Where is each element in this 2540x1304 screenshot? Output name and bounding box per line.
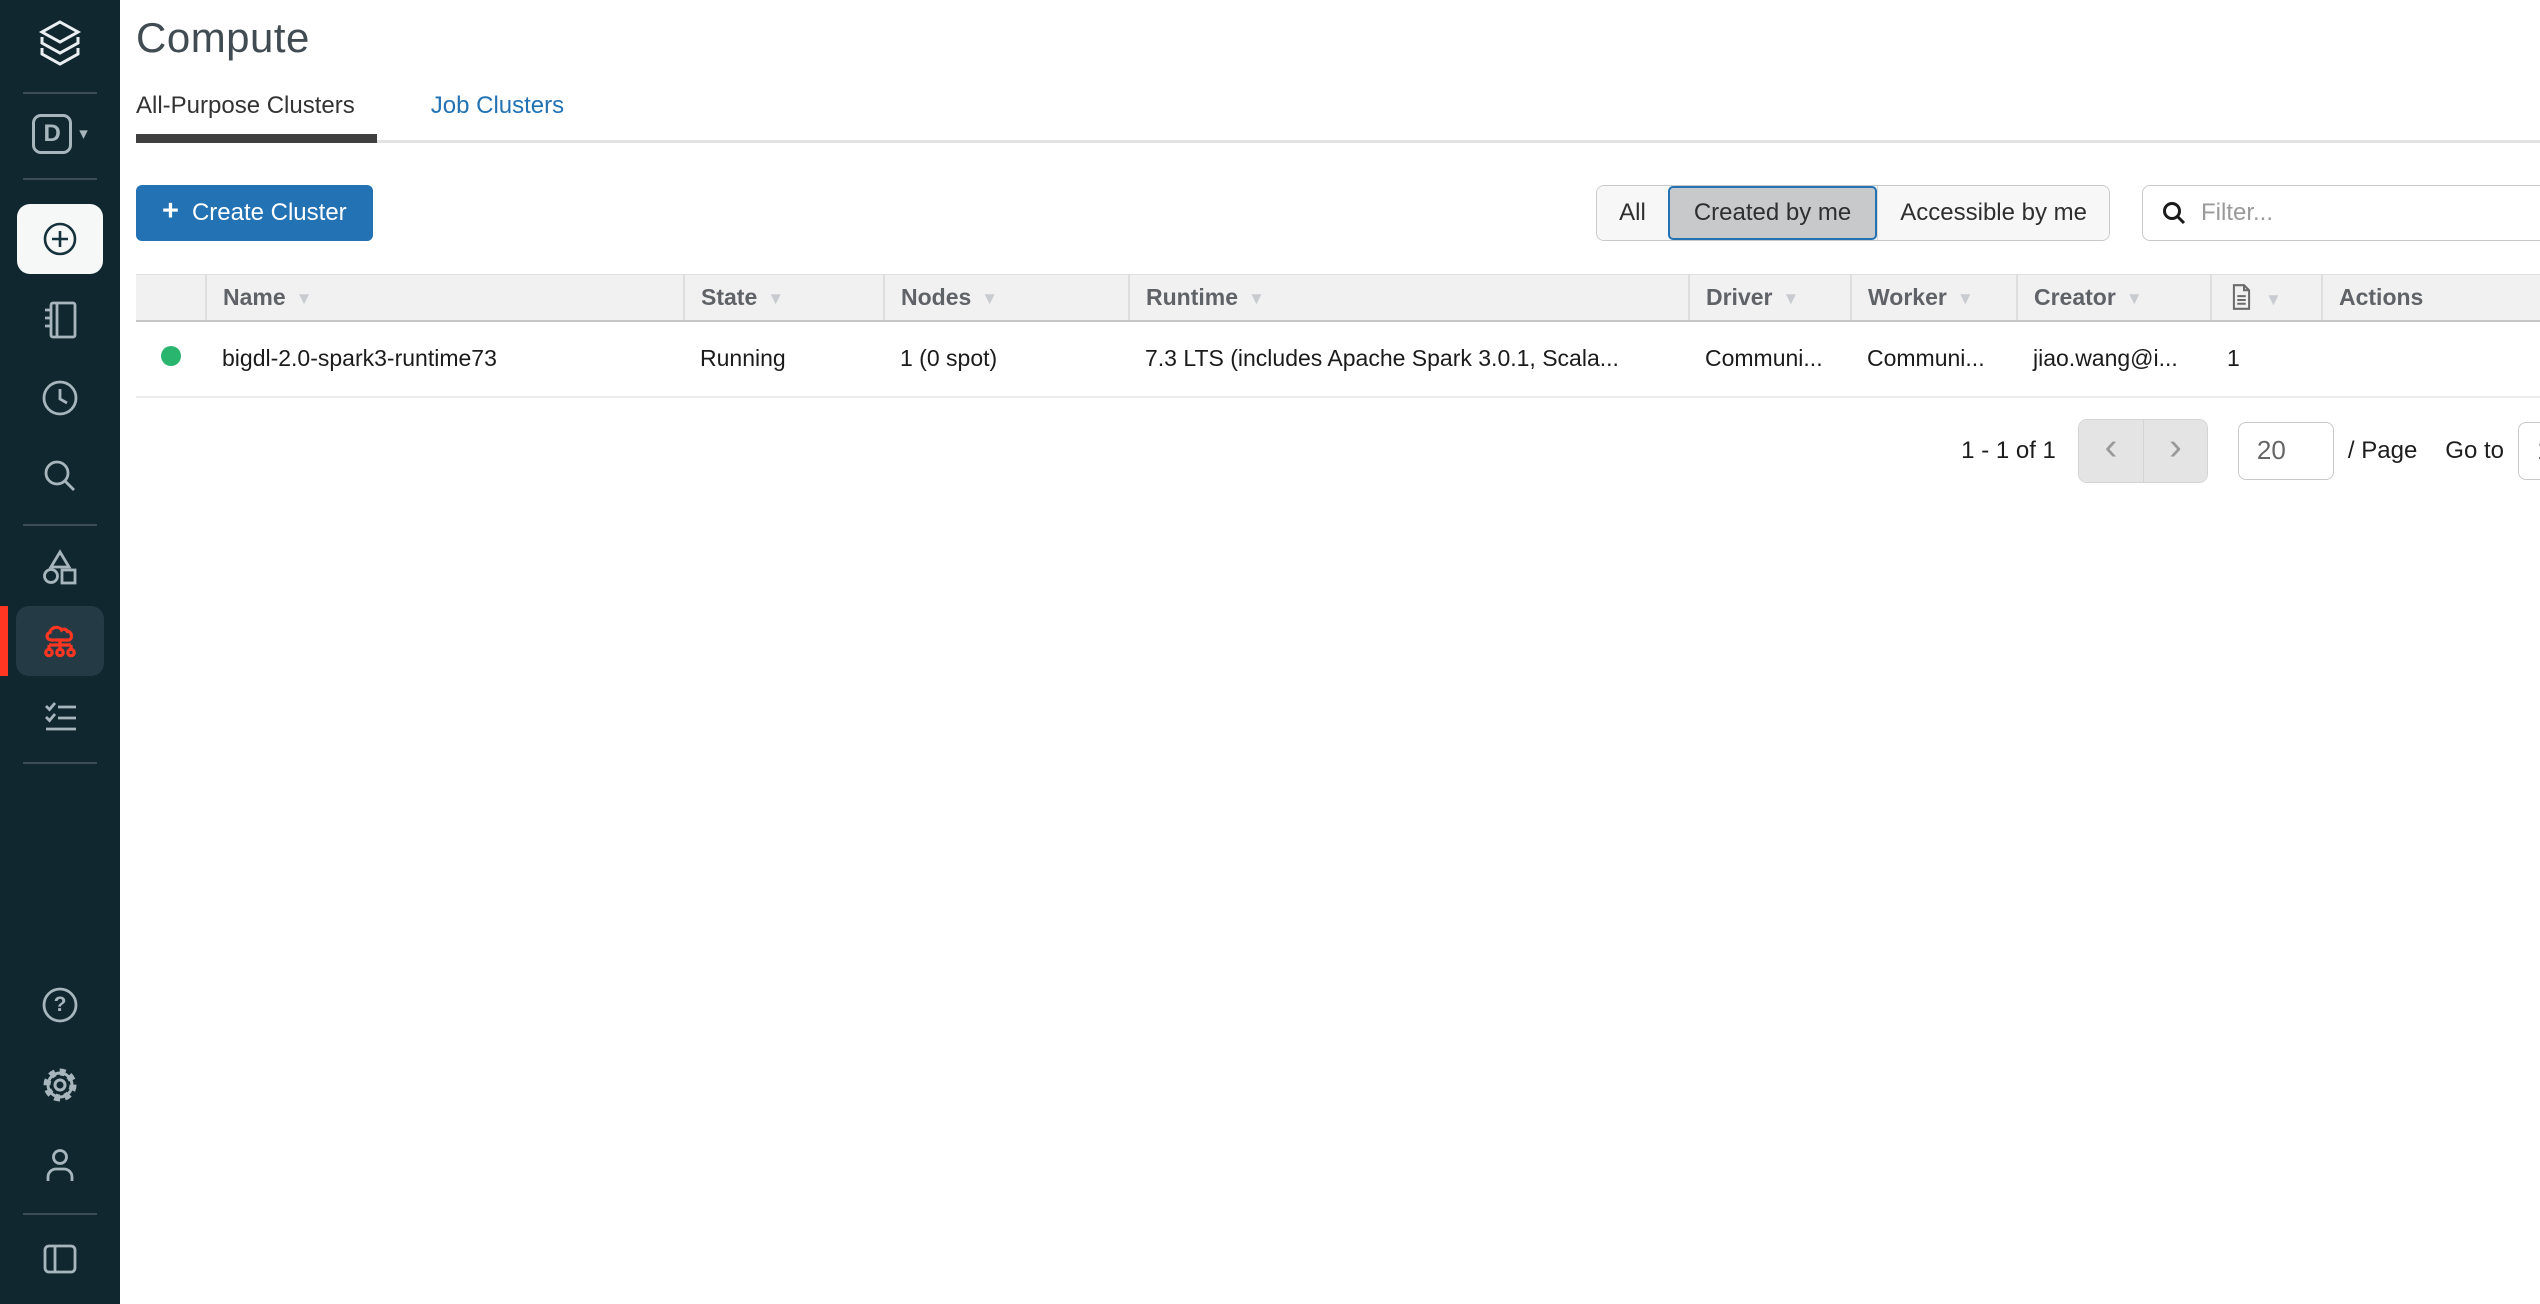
cell-notebooks: 1	[2211, 321, 2322, 397]
create-cluster-label: Create Cluster	[192, 199, 347, 227]
databricks-logo-icon[interactable]	[31, 14, 89, 72]
sidebar-item-compute[interactable]	[0, 606, 120, 676]
filter-triangle-icon[interactable]: ▼	[2265, 290, 2282, 309]
filter-triangle-icon[interactable]: ▼	[1248, 289, 1265, 308]
col-driver[interactable]: Driver▼	[1689, 275, 1851, 321]
col-worker[interactable]: Worker▼	[1851, 275, 2017, 321]
cell-status	[136, 321, 206, 397]
page-size-input[interactable]	[2238, 422, 2334, 480]
filter-triangle-icon[interactable]: ▼	[767, 289, 784, 308]
filter-triangle-icon[interactable]: ▼	[1957, 289, 1974, 308]
sidebar-item-collapse[interactable]	[38, 1237, 82, 1281]
tab-job-clusters[interactable]: Job Clusters	[409, 92, 586, 140]
pagination: 1 - 1 of 1 ‹ › / Page Go to	[136, 418, 2540, 484]
cell-worker: Communi...	[1851, 321, 2017, 397]
tab-all-purpose-clusters[interactable]: All-Purpose Clusters	[136, 92, 377, 140]
clusters-table: Name▼ State▼ Nodes▼ Runtime▼ Driver▼ Wor…	[136, 274, 2540, 398]
clock-icon	[38, 376, 82, 420]
cell-nodes: 1 (0 spot)	[884, 321, 1129, 397]
workspace-switcher[interactable]: D ▾	[32, 112, 88, 156]
col-actions: Actions	[2322, 275, 2540, 321]
pager-buttons: ‹ ›	[2078, 419, 2208, 483]
sidebar-item-search[interactable]	[38, 454, 82, 498]
col-runtime[interactable]: Runtime▼	[1129, 275, 1689, 321]
filter-triangle-icon[interactable]: ▼	[296, 289, 313, 308]
checklist-icon	[38, 696, 82, 740]
chevron-right-icon: ›	[2169, 426, 2182, 469]
sidebar-item-help[interactable]: ?	[38, 983, 82, 1027]
col-name[interactable]: Name▼	[206, 275, 684, 321]
sidebar-divider	[23, 762, 97, 764]
per-page-label: / Page	[2348, 437, 2417, 465]
cell-runtime: 7.3 LTS (includes Apache Spark 3.0.1, Sc…	[1129, 321, 1689, 397]
filter-all-button[interactable]: All	[1597, 186, 1668, 240]
cell-creator: jiao.wang@i...	[2017, 321, 2211, 397]
goto-label: Go to	[2445, 437, 2504, 465]
sidebar-divider	[23, 1213, 97, 1215]
cluster-icon	[38, 619, 82, 663]
pagination-range-label: 1 - 1 of 1	[1961, 437, 2056, 465]
tab-bar: All-Purpose Clusters Job Clusters	[136, 92, 2540, 143]
sidebar-item-recents[interactable]	[38, 376, 82, 420]
status-dot-running	[161, 346, 181, 366]
filter-triangle-icon[interactable]: ▼	[2126, 289, 2143, 308]
col-nodes[interactable]: Nodes▼	[884, 275, 1129, 321]
sidebar-item-data[interactable]	[38, 546, 82, 590]
shapes-icon	[38, 546, 82, 590]
table-row[interactable]: bigdl-2.0-spark3-runtime73 Running 1 (0 …	[136, 321, 2540, 397]
cell-actions	[2322, 321, 2540, 397]
sidebar-divider	[23, 178, 97, 180]
sidebar-item-workspace[interactable]	[38, 298, 82, 342]
cluster-filter-input[interactable]	[2201, 199, 2540, 227]
user-icon	[38, 1143, 82, 1187]
page-title: Compute	[136, 14, 2540, 62]
sidebar-item-settings[interactable]	[38, 1063, 82, 1107]
sidebar-item-jobs[interactable]	[38, 696, 82, 740]
sidebar-item-create[interactable]	[17, 204, 103, 274]
panel-toggle-icon	[38, 1237, 82, 1281]
goto-page-input[interactable]	[2518, 422, 2540, 480]
prev-page-button[interactable]: ‹	[2079, 420, 2143, 482]
filter-triangle-icon[interactable]: ▼	[1782, 289, 1799, 308]
next-page-button[interactable]: ›	[2143, 420, 2207, 482]
toolbar: + Create Cluster All Created by me Acces…	[136, 185, 2540, 241]
filter-triangle-icon[interactable]: ▼	[981, 289, 998, 308]
sidebar-divider	[23, 92, 97, 94]
filter-group: All Created by me Accessible by me	[1596, 185, 2110, 241]
col-state[interactable]: State▼	[684, 275, 884, 321]
cell-driver: Communi...	[1689, 321, 1851, 397]
col-notebooks[interactable]: ▼	[2211, 275, 2322, 321]
cell-state: Running	[684, 321, 884, 397]
active-indicator	[0, 606, 8, 676]
search-icon	[38, 454, 82, 498]
chevron-left-icon: ‹	[2105, 426, 2118, 469]
filter-accessible-by-me-button[interactable]: Accessible by me	[1877, 186, 2109, 240]
plus-circle-icon	[38, 217, 82, 261]
search-icon	[2161, 200, 2187, 226]
sidebar-item-account[interactable]	[38, 1143, 82, 1187]
sidebar: D ▾	[0, 0, 120, 1304]
cluster-filter-box	[2142, 185, 2540, 241]
document-icon	[2228, 282, 2255, 312]
create-cluster-button[interactable]: + Create Cluster	[136, 185, 373, 241]
gear-icon	[38, 1063, 82, 1107]
cell-name: bigdl-2.0-spark3-runtime73	[206, 321, 684, 397]
table-header-row: Name▼ State▼ Nodes▼ Runtime▼ Driver▼ Wor…	[136, 275, 2540, 321]
main-content: Compute All-Purpose Clusters Job Cluster…	[120, 0, 2540, 1304]
plus-icon: +	[162, 195, 179, 228]
workspace-letter: D	[32, 114, 72, 154]
col-creator[interactable]: Creator▼	[2017, 275, 2211, 321]
col-status	[136, 275, 206, 321]
notebook-icon	[38, 298, 82, 342]
sidebar-divider	[23, 524, 97, 526]
chevron-down-icon: ▾	[79, 124, 88, 144]
filter-created-by-me-button[interactable]: Created by me	[1668, 186, 1877, 240]
